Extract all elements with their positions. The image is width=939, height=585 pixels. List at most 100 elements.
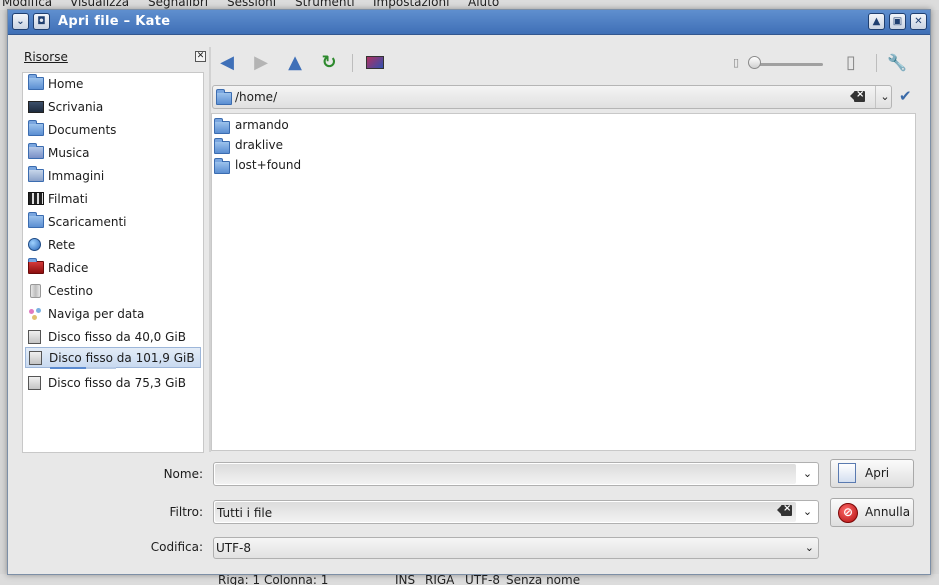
- toolbar-separator: [876, 54, 877, 72]
- bg-menu-item[interactable]: Visualizza: [70, 0, 129, 9]
- network-globe-icon: [28, 238, 43, 252]
- up-arrow-icon[interactable]: ▲: [282, 50, 308, 76]
- place-label: Naviga per data: [48, 307, 145, 321]
- place-disk-101[interactable]: Disco fisso da 101,9 GiB: [25, 347, 201, 369]
- home-folder-icon: [28, 74, 44, 91]
- place-home[interactable]: Home: [25, 74, 201, 95]
- place-trash[interactable]: Cestino: [25, 281, 201, 302]
- forward-arrow-icon[interactable]: ▶: [248, 50, 274, 76]
- file-list-view[interactable]: armando draklive lost+found: [211, 113, 916, 451]
- chevron-down-icon[interactable]: ⌄: [875, 86, 894, 108]
- place-label: Immagini: [48, 169, 105, 183]
- sticky-button[interactable]: ◘: [33, 13, 50, 30]
- folder-icon: [214, 118, 230, 134]
- places-header: Risorse: [24, 50, 68, 64]
- filter-input[interactable]: Tutti i file: [215, 502, 796, 522]
- reload-icon[interactable]: ↻: [316, 50, 342, 76]
- place-label: Scaricamenti: [48, 215, 127, 229]
- wrench-icon[interactable]: 🔧: [884, 50, 910, 76]
- place-documents[interactable]: Documents: [25, 120, 201, 141]
- harddisk-icon: [28, 330, 43, 344]
- videos-folder-icon: [28, 192, 44, 206]
- maximize-button[interactable]: ▲: [868, 13, 885, 30]
- zoom-slider-track[interactable]: [753, 63, 823, 66]
- chevron-down-icon[interactable]: ⌄: [797, 463, 818, 485]
- encoding-value: UTF-8: [216, 541, 251, 555]
- cancel-button[interactable]: ⊘ Annulla: [830, 498, 914, 527]
- place-network[interactable]: Rete: [25, 235, 201, 256]
- cancel-icon: ⊘: [838, 503, 858, 523]
- place-disk-75[interactable]: Disco fisso da 75,3 GiB: [25, 373, 201, 394]
- large-page-icon[interactable]: ▯: [838, 50, 864, 76]
- harddisk-icon: [29, 351, 44, 365]
- folder-icon: [214, 158, 230, 174]
- clear-filter-icon[interactable]: ×: [777, 503, 792, 519]
- place-timeline[interactable]: Naviga per data: [25, 304, 201, 325]
- place-music[interactable]: Musica: [25, 143, 201, 164]
- folder-icon: [214, 138, 230, 154]
- open-button-label: Apri: [865, 466, 890, 480]
- restore-button[interactable]: ▣: [889, 13, 906, 30]
- place-label: Scrivania: [48, 100, 104, 114]
- back-arrow-icon[interactable]: ◀: [214, 50, 240, 76]
- chevron-down-icon[interactable]: ⌄: [797, 501, 818, 523]
- bg-menu-item[interactable]: Aiuto: [468, 0, 499, 9]
- bg-menu-item[interactable]: Sessioni: [227, 0, 276, 9]
- disk-free-bar: [86, 367, 116, 369]
- file-toolbar: ◀ ▶ ▲ ↻ ▯ ▯ 🔧: [212, 50, 922, 80]
- trash-icon: [28, 284, 43, 298]
- dialog-title: Apri file – Kate: [58, 14, 171, 29]
- place-videos[interactable]: Filmati: [25, 189, 201, 210]
- timeline-icon: [28, 307, 43, 321]
- small-page-icon[interactable]: ▯: [723, 50, 749, 76]
- place-disk-40[interactable]: Disco fisso da 40,0 GiB: [25, 327, 201, 348]
- pictures-folder-icon: [28, 166, 44, 183]
- location-path[interactable]: /home/: [235, 90, 277, 104]
- place-desktop[interactable]: Scrivania: [25, 97, 201, 118]
- downloads-folder-icon: [28, 212, 44, 229]
- bg-status-filename: Senza nome: [506, 574, 581, 585]
- checkmark-icon[interactable]: ✔: [899, 87, 912, 105]
- clear-location-icon[interactable]: ×: [850, 89, 865, 105]
- close-panel-icon[interactable]: ✕: [195, 51, 206, 62]
- location-combobox[interactable]: /home/ × ⌄: [212, 85, 892, 109]
- bg-menu-item[interactable]: Impostazioni: [373, 0, 449, 9]
- chevron-down-icon[interactable]: ⌄: [805, 541, 814, 554]
- harddisk-icon: [28, 376, 43, 390]
- name-field[interactable]: ⌄: [213, 462, 819, 486]
- filter-field[interactable]: Tutti i file × ⌄: [213, 500, 819, 524]
- file-name: draklive: [235, 138, 284, 152]
- bg-menu-item[interactable]: Strumenti: [295, 0, 355, 9]
- bg-menu-item[interactable]: Segnalibri: [148, 0, 208, 9]
- preview-icon[interactable]: [362, 50, 388, 76]
- places-list: Home Scrivania Documents Musica Immagini…: [22, 72, 204, 453]
- open-button[interactable]: Apri: [830, 459, 914, 488]
- encoding-select[interactable]: UTF-8 ⌄: [213, 537, 819, 559]
- place-label: Cestino: [48, 284, 93, 298]
- name-label: Nome:: [163, 467, 203, 481]
- encoding-label: Codifica:: [150, 540, 203, 554]
- location-bar: /home/ × ⌄ ✔: [212, 85, 922, 109]
- bg-status-mode: RIGA: [425, 574, 455, 585]
- place-root[interactable]: Radice: [25, 258, 201, 279]
- open-file-dialog: ⌄ ◘ Apri file – Kate ▲ ▣ ✕ Risorse ✕ Hom…: [7, 9, 931, 575]
- place-pictures[interactable]: Immagini: [25, 166, 201, 187]
- place-label: Rete: [48, 238, 76, 252]
- place-label: Disco fisso da 40,0 GiB: [48, 330, 186, 344]
- close-window-button[interactable]: ✕: [910, 13, 927, 30]
- place-label: Musica: [48, 146, 90, 160]
- place-downloads[interactable]: Scaricamenti: [25, 212, 201, 233]
- bg-menu-item[interactable]: Modifica: [2, 0, 52, 9]
- places-panel: Risorse ✕ Home Scrivania Documents Music…: [22, 47, 206, 453]
- name-input[interactable]: [215, 464, 796, 484]
- disk-usage-bar: [50, 367, 86, 369]
- dialog-titlebar[interactable]: ⌄ ◘ Apri file – Kate ▲ ▣ ✕: [8, 10, 930, 35]
- window-menu-button[interactable]: ⌄: [12, 13, 29, 30]
- documents-folder-icon: [28, 120, 44, 137]
- open-document-icon: [838, 463, 856, 483]
- zoom-slider-handle[interactable]: [748, 56, 761, 69]
- place-label: Disco fisso da 101,9 GiB: [49, 351, 195, 365]
- place-label: Disco fisso da 75,3 GiB: [48, 376, 186, 390]
- file-name: lost+found: [235, 158, 302, 172]
- toolbar-separator: [352, 54, 353, 72]
